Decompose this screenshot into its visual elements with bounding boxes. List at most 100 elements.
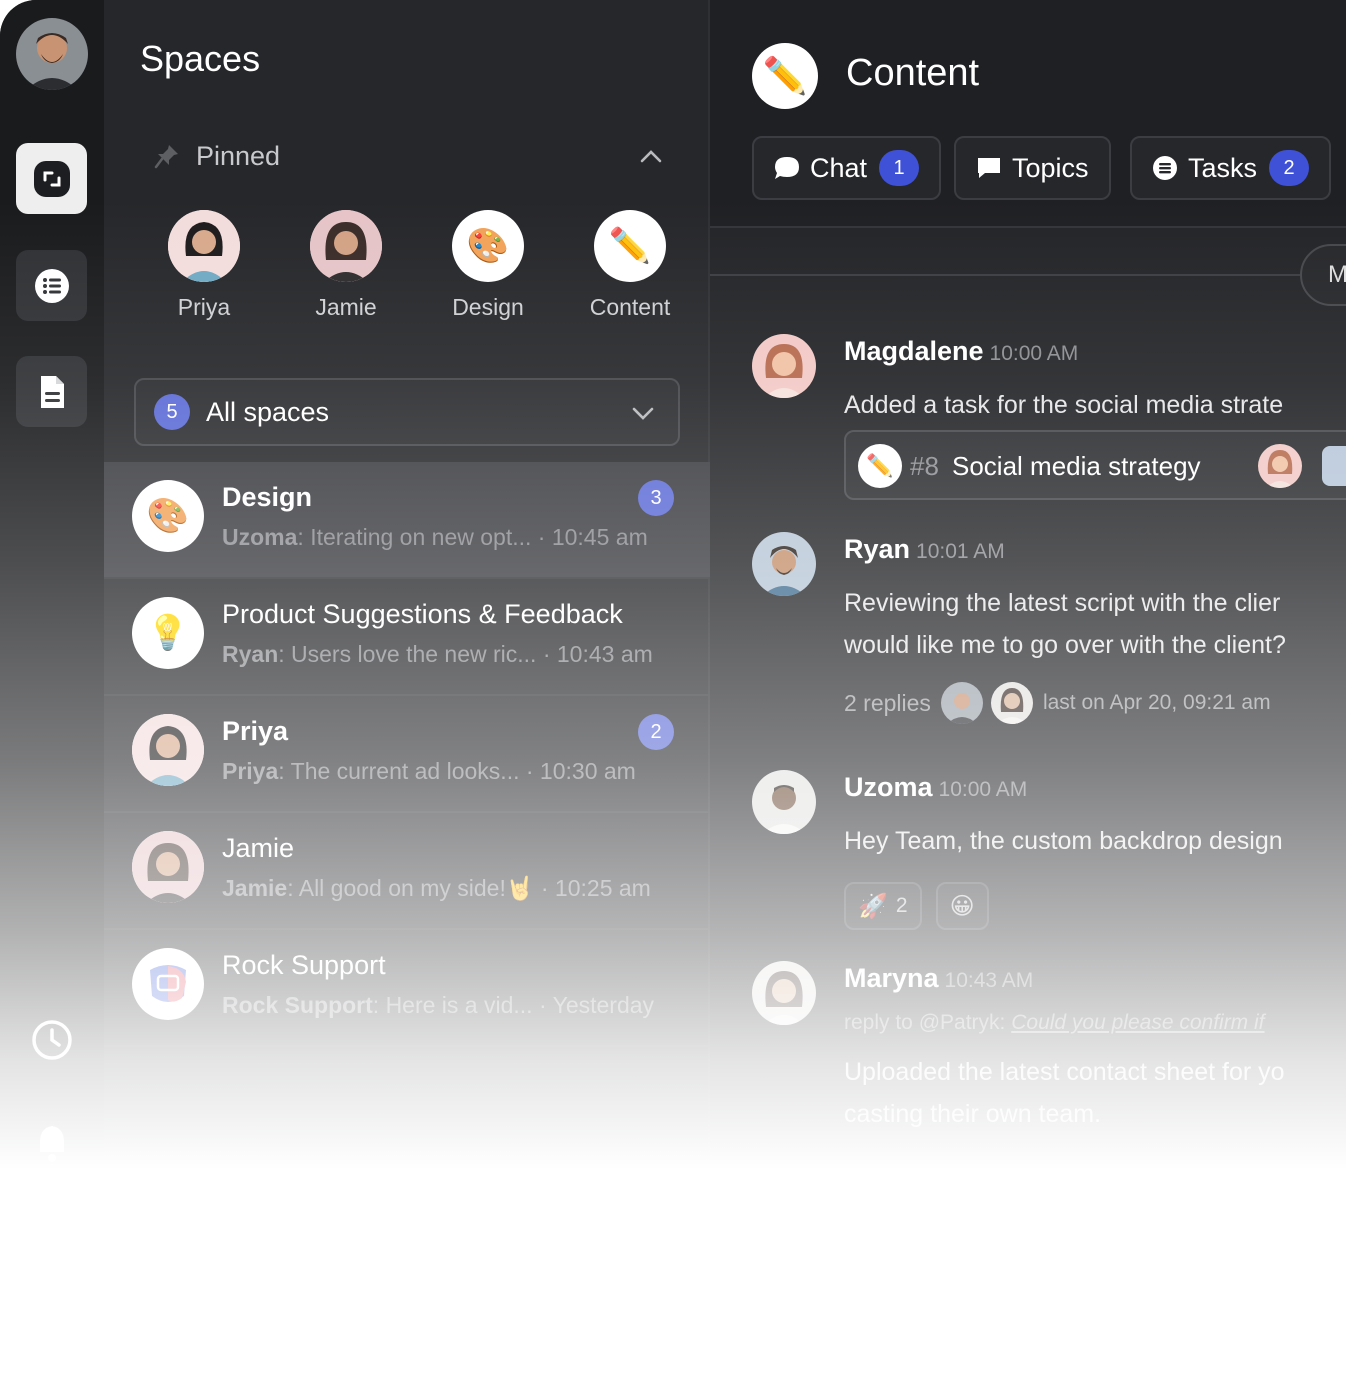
ryan-avatar[interactable]	[752, 532, 816, 596]
jamie-avatar	[132, 831, 204, 903]
pinned-item-content[interactable]: ✏️ Content	[570, 210, 690, 321]
palette-icon: 🎨	[452, 210, 524, 282]
message-header: Uzoma 10:00 AM	[844, 772, 1027, 803]
last-reply-time: last on Apr 20, 09:21 am	[1042, 691, 1271, 714]
date-pill[interactable]: M	[1300, 244, 1346, 306]
app-window: Spaces Pinned Priya Jamie 🎨 Design ✏️ Co…	[0, 0, 1346, 1180]
tasks-icon	[1153, 156, 1177, 180]
space-preview: Uzoma: Iterating on new opt... · 10:45 a…	[222, 524, 648, 550]
channel-title: Content	[846, 52, 980, 94]
tab-badge: 1	[879, 150, 920, 186]
tab-label: Topics	[1012, 152, 1089, 183]
reply-reference[interactable]: reply to @Patryk: Could you please confi…	[844, 1011, 1265, 1035]
space-preview: Rock Support: Here is a vid... · Yesterd…	[222, 992, 655, 1018]
icon-rail	[0, 0, 104, 1180]
replier-avatar	[990, 682, 1033, 724]
author-name[interactable]: Ryan	[844, 534, 910, 564]
message-time: 10:00 AM	[938, 778, 1028, 801]
message-text: Hey Team, the custom backdrop design	[844, 827, 1283, 855]
message-text: Uploaded the latest contact sheet for yo…	[844, 1058, 1285, 1128]
space-name: Priya	[222, 716, 289, 746]
lightbulb-icon: 💡	[132, 597, 204, 669]
spaces-title: Spaces	[140, 38, 261, 79]
priya-avatar	[132, 714, 204, 786]
channel-header: ✏️ Content Chat 1 Topics Tasks 2	[710, 0, 1346, 228]
rail-documents-button[interactable]	[16, 356, 87, 427]
dropdown-label: All spaces	[206, 396, 330, 427]
pinned-section-header[interactable]: Pinned	[154, 138, 664, 174]
space-preview: Jamie: All good on my side!🤘 · 10:25 am	[222, 875, 651, 901]
spaces-count-badge: 5	[154, 394, 190, 430]
tab-chat[interactable]: Chat 1	[752, 136, 942, 200]
chevron-up-icon[interactable]	[638, 144, 664, 170]
pinned-item-priya[interactable]: Priya	[144, 210, 264, 321]
rocket-icon: 🚀	[858, 892, 888, 920]
message-text: Added a task for the social media strate	[844, 391, 1284, 419]
task-number: #8	[910, 451, 939, 481]
author-name[interactable]: Uzoma	[844, 772, 933, 802]
pinned-items: Priya Jamie 🎨 Design ✏️ Content	[144, 210, 684, 330]
rail-spaces-button[interactable]	[16, 143, 87, 214]
unread-badge: 3	[638, 480, 674, 516]
reply-count: 2 replies	[844, 689, 931, 716]
smiley-icon: 😀	[949, 892, 975, 920]
space-row-product-suggestions[interactable]: 💡 Product Suggestions & Feedback Ryan: U…	[104, 579, 710, 696]
space-preview: Ryan: Users love the new ric... · 10:43 …	[222, 641, 653, 667]
reaction-rocket[interactable]: 🚀 2	[844, 882, 922, 930]
message-time: 10:01 AM	[916, 540, 1005, 563]
spaces-icon	[33, 160, 70, 197]
message-time: 10:00 AM	[989, 342, 1079, 365]
attachment-thumbnail	[1322, 446, 1346, 486]
chat-bubble-icon	[775, 157, 799, 179]
space-preview: Priya: The current ad looks... · 10:30 a…	[222, 758, 636, 784]
document-icon	[40, 375, 64, 408]
all-spaces-dropdown[interactable]: 5 All spaces	[134, 378, 680, 446]
tab-badge: 2	[1269, 150, 1310, 186]
space-row-priya[interactable]: Priya Priya: The current ad looks... · 1…	[104, 696, 710, 813]
magdalene-avatar[interactable]	[752, 334, 816, 398]
message-header: Magdalene 10:00 AM	[844, 336, 1078, 367]
tab-topics[interactable]: Topics	[954, 136, 1111, 200]
space-name: Product Suggestions & Feedback	[222, 599, 623, 629]
chevron-down-icon	[632, 407, 654, 420]
reaction-count: 2	[895, 894, 908, 917]
jamie-avatar	[310, 210, 382, 282]
replier-avatar	[940, 682, 983, 724]
unread-badge: 2	[638, 714, 674, 750]
space-name: Design	[222, 482, 313, 512]
message-time: 10:43 AM	[944, 969, 1034, 992]
tab-tasks[interactable]: Tasks 2	[1130, 136, 1332, 200]
topics-icon	[978, 158, 1000, 178]
space-row-rock-support[interactable]: Rock Support Rock Support: Here is a vid…	[104, 930, 710, 1047]
uzoma-avatar[interactable]	[752, 770, 816, 834]
thread-replies[interactable]: 2 replies last on Apr 20, 09:21 am	[844, 682, 1271, 724]
user-avatar[interactable]	[16, 18, 88, 90]
pinned-item-jamie[interactable]: Jamie	[286, 210, 406, 321]
author-name[interactable]: Magdalene	[844, 336, 984, 366]
tab-label: Chat	[810, 152, 868, 183]
author-name[interactable]: Maryna	[844, 963, 939, 993]
message-header: Ryan 10:01 AM	[844, 534, 1005, 565]
pinned-item-design[interactable]: 🎨 Design	[428, 210, 548, 321]
pencil-icon: ✏️	[752, 43, 818, 109]
add-reaction-button[interactable]: 😀	[935, 882, 989, 930]
space-name: Rock Support	[222, 950, 386, 980]
pencil-icon: ✏️	[858, 444, 902, 488]
spaces-panel: Spaces Pinned Priya Jamie 🎨 Design ✏️ Co…	[104, 0, 710, 1180]
space-name: Jamie	[222, 833, 295, 863]
message-text: Reviewing the latest script with the cli…	[844, 589, 1286, 659]
maryna-avatar[interactable]	[752, 961, 816, 1025]
space-row-jamie[interactable]: Jamie Jamie: All good on my side!🤘 · 10:…	[104, 813, 710, 930]
bell-icon[interactable]	[30, 1122, 74, 1166]
task-card[interactable]: ✏️ #8 Social media strategy	[844, 430, 1346, 500]
date-divider	[710, 274, 1310, 276]
reactions: 🚀 2 😀	[844, 882, 1003, 930]
space-row-design[interactable]: 🎨 Design Uzoma: Iterating on new opt... …	[104, 462, 710, 579]
history-icon[interactable]	[30, 1018, 74, 1062]
pinned-item-label: Design	[452, 294, 524, 320]
rail-list-button[interactable]	[16, 250, 87, 321]
palette-icon: 🎨	[132, 480, 204, 552]
priya-avatar	[168, 210, 240, 282]
task-title: Social media strategy	[952, 451, 1201, 481]
rock-logo-icon	[132, 948, 204, 1020]
